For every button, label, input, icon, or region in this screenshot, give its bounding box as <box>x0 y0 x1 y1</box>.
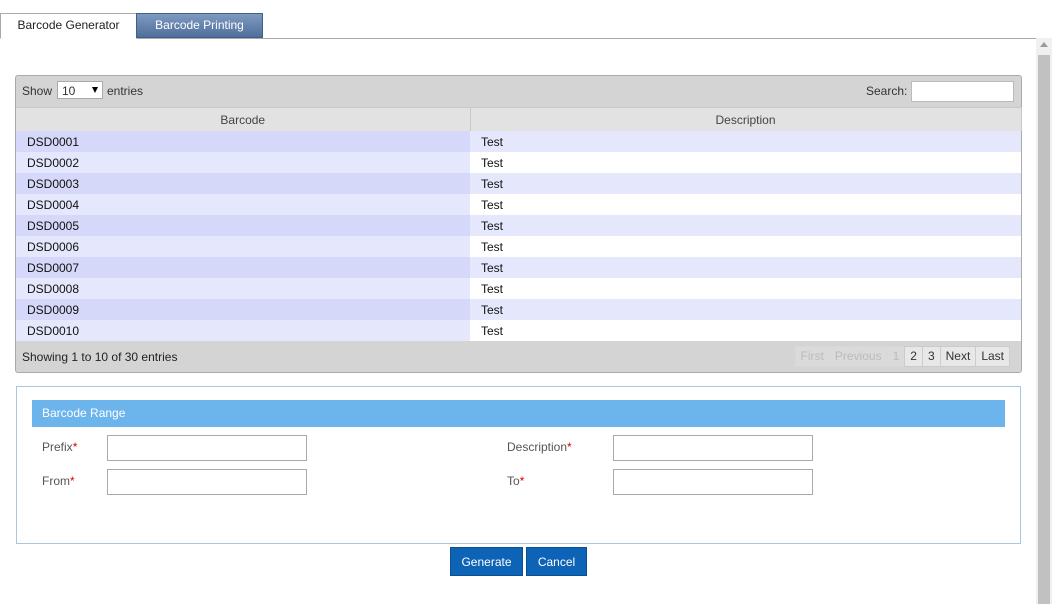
search-input[interactable] <box>911 81 1014 102</box>
table-row[interactable]: DSD0001 Test <box>16 131 1021 152</box>
required-mark: * <box>72 440 78 454</box>
column-header-description[interactable]: Description <box>470 107 1022 131</box>
barcode-cell: DSD0007 <box>16 257 470 278</box>
column-header-barcode[interactable]: Barcode <box>16 107 471 131</box>
description-cell: Test <box>470 278 1021 299</box>
pagination: First Previous 1 2 3 Next Last <box>794 346 1010 367</box>
to-field[interactable] <box>613 469 813 495</box>
page-size-value: 10 <box>62 84 76 98</box>
barcode-table: Barcode Description DSD0001 Test DSD0002 Te… <box>16 107 1022 341</box>
scrollbar-thumb[interactable] <box>1038 55 1050 604</box>
barcode-cell: DSD0002 <box>16 152 470 173</box>
description-label: Description* <box>507 440 572 454</box>
barcode-cell: DSD0010 <box>16 320 470 341</box>
description-cell: Test <box>470 131 1021 152</box>
description-cell: Test <box>470 152 1021 173</box>
description-cell: Test <box>470 194 1021 215</box>
panel-title: Barcode Range <box>32 400 1005 427</box>
table-row[interactable]: DSD0006 Test <box>16 236 1021 257</box>
tab-barcode-printing[interactable]: Barcode Printing <box>136 13 263 38</box>
table-row[interactable]: DSD0004 Test <box>16 194 1021 215</box>
table-row[interactable]: DSD0003 Test <box>16 173 1021 194</box>
barcode-range-panel: Barcode Range Prefix* From* Description*… <box>16 386 1021 544</box>
tab-barcode-generator[interactable]: Barcode Generator <box>0 13 137 39</box>
barcode-cell: DSD0003 <box>16 173 470 194</box>
grid-toolbar: Show 10 entries Search: <box>16 76 1021 107</box>
cancel-button[interactable]: Cancel <box>526 547 587 576</box>
scroll-up-icon[interactable] <box>1040 42 1048 47</box>
vertical-scrollbar[interactable] <box>1036 38 1052 604</box>
barcode-cell: DSD0005 <box>16 215 470 236</box>
search-label: Search: <box>866 84 908 98</box>
required-mark: * <box>567 440 572 454</box>
from-label: From* <box>42 474 75 488</box>
prefix-label: Prefix* <box>42 440 78 454</box>
table-row[interactable]: DSD0009 Test <box>16 299 1021 320</box>
required-mark: * <box>70 474 75 488</box>
description-cell: Test <box>470 299 1021 320</box>
table-row[interactable]: DSD0002 Test <box>16 152 1021 173</box>
description-cell: Test <box>470 236 1021 257</box>
pager-last-button[interactable]: Last <box>975 346 1010 367</box>
table-row[interactable]: DSD0007 Test <box>16 257 1021 278</box>
to-label: To* <box>507 474 525 488</box>
table-row[interactable]: DSD0005 Test <box>16 215 1021 236</box>
description-cell: Test <box>470 173 1021 194</box>
from-field[interactable] <box>107 469 307 495</box>
barcode-cell: DSD0008 <box>16 278 470 299</box>
description-cell: Test <box>470 320 1021 341</box>
pager-page-3[interactable]: 3 <box>921 346 941 367</box>
barcode-cell: DSD0004 <box>16 194 470 215</box>
barcode-cell: DSD0009 <box>16 299 470 320</box>
table-row[interactable]: DSD0008 Test <box>16 278 1021 299</box>
grid-footer: Showing 1 to 10 of 30 entries First Prev… <box>16 341 1021 372</box>
required-mark: * <box>519 474 525 488</box>
description-cell: Test <box>470 257 1021 278</box>
pager-next-button[interactable]: Next <box>939 346 977 367</box>
entries-info: Showing 1 to 10 of 30 entries <box>22 350 178 364</box>
pager-previous-button[interactable]: Previous <box>828 346 888 367</box>
generate-button[interactable]: Generate <box>450 547 523 576</box>
prefix-field[interactable] <box>107 435 307 461</box>
pager-page-2[interactable]: 2 <box>904 346 923 367</box>
tab-bar: Barcode Generator Barcode Printing <box>0 13 1036 39</box>
description-field[interactable] <box>613 435 813 461</box>
description-cell: Test <box>470 215 1021 236</box>
page-size-select[interactable]: 10 <box>57 81 103 99</box>
table-row[interactable]: DSD0010 Test <box>16 320 1021 341</box>
pager-page-1[interactable]: 1 <box>886 346 906 367</box>
show-label: Show <box>22 84 53 98</box>
entries-label: entries <box>107 84 144 98</box>
pager-first-button[interactable]: First <box>794 346 830 367</box>
barcode-grid: Show 10 entries Search: Barcode Descript… <box>15 75 1022 373</box>
barcode-cell: DSD0001 <box>16 131 470 152</box>
barcode-cell: DSD0006 <box>16 236 470 257</box>
chevron-down-icon <box>92 87 98 93</box>
